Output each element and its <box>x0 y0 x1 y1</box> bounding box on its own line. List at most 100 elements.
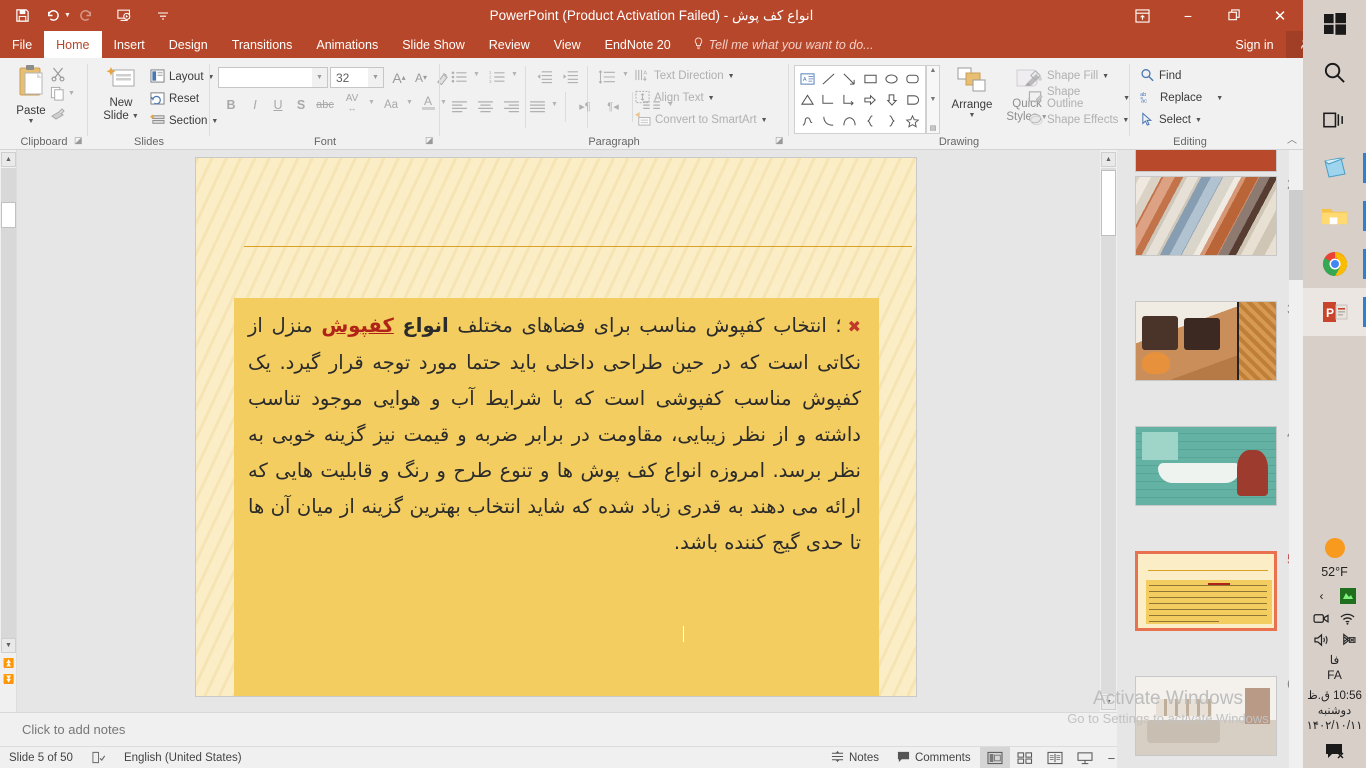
replace-button[interactable]: abac Replace ▼ <box>1140 87 1223 109</box>
clock-area[interactable]: 10:56 ق.ظ دوشنبه ۱۴۰۲/۱۰/۱۱ <box>1303 683 1366 736</box>
slide-text-placeholder[interactable]: ✖؛ انتخاب کفپوش مناسب برای فضاهای مختلف … <box>234 298 879 697</box>
shape-elbow-connector-icon[interactable] <box>818 89 839 110</box>
copy-dropdown-caret[interactable]: ▼ <box>68 90 75 97</box>
shape-rounded-rectangle-icon[interactable] <box>902 68 923 89</box>
text-direction-caret[interactable]: ▼ <box>728 73 735 80</box>
change-case-caret[interactable]: ▼ <box>406 99 413 106</box>
align-right-icon[interactable] <box>499 96 523 117</box>
slide-sorter-icon[interactable] <box>1010 747 1040 768</box>
language-fa-label[interactable]: فا <box>1303 653 1366 668</box>
slide-scrollbar-track[interactable] <box>1101 168 1116 694</box>
strikethrough-button[interactable]: abc <box>312 94 338 115</box>
shape-fill-caret[interactable]: ▼ <box>1102 73 1109 80</box>
copy-icon[interactable]: ▼ <box>50 86 75 101</box>
file-explorer-icon[interactable] <box>1303 192 1366 240</box>
increase-font-size-button[interactable]: A▴ <box>388 67 410 88</box>
reading-view-icon[interactable] <box>1040 747 1070 768</box>
shape-elbow-arrow-icon[interactable] <box>839 89 860 110</box>
slide-thumbnail-2[interactable] <box>1135 176 1277 256</box>
shape-star-icon[interactable] <box>902 110 923 131</box>
layout-button[interactable]: Layout ▼ <box>150 66 214 88</box>
slide-vertical-scrollbar[interactable]: ▲ ▼ <box>1100 150 1117 712</box>
text-shadow-button[interactable]: S <box>290 94 312 115</box>
outline-scroll-down-icon[interactable]: ▼ <box>1 638 16 653</box>
sticky-notes-icon[interactable] <box>1303 144 1366 192</box>
windows-start-icon[interactable] <box>1303 0 1366 48</box>
bold-button[interactable]: B <box>220 94 242 115</box>
clipboard-dialog-launcher[interactable]: ◪ <box>74 135 83 146</box>
text-direction-button[interactable]: A Text Direction ▼ <box>635 65 735 87</box>
italic-button[interactable]: I <box>244 94 266 115</box>
slide-thumbnail-5-row[interactable]: 5 <box>1135 551 1277 631</box>
task-view-icon[interactable] <box>1303 96 1366 144</box>
shape-flowchart-icon[interactable] <box>902 89 923 110</box>
left-to-right-icon[interactable]: ▸¶ <box>572 96 598 117</box>
tab-transitions[interactable]: Transitions <box>220 31 305 58</box>
shape-triangle-icon[interactable] <box>797 89 818 110</box>
tab-review[interactable]: Review <box>477 31 542 58</box>
comments-button[interactable]: Comments <box>888 747 980 768</box>
search-icon[interactable] <box>1303 48 1366 96</box>
font-name-input[interactable]: ▼ <box>218 67 328 88</box>
line-spacing-icon[interactable] <box>594 66 620 87</box>
notes-button[interactable]: Notes <box>822 747 888 768</box>
slide-scroll-down-icon[interactable]: ▼ <box>1101 695 1116 710</box>
slide-thumbnail-6[interactable] <box>1135 676 1277 756</box>
shapes-gallery-scroll[interactable]: ▲ ▼ ▤ <box>926 65 940 134</box>
thumbnail-panel-scrollbar[interactable] <box>1289 150 1303 768</box>
slide-thumbnail-4[interactable] <box>1135 426 1277 506</box>
font-size-dropdown-caret[interactable]: ▼ <box>368 68 383 87</box>
reset-button[interactable]: Reset <box>150 88 199 110</box>
font-dialog-launcher[interactable]: ◪ <box>425 135 434 146</box>
shape-fill-button[interactable]: Shape Fill ▼ <box>1028 65 1109 87</box>
character-spacing-button[interactable]: AV ↔ <box>338 92 366 113</box>
customize-quick-access-toolbar-icon[interactable] <box>149 3 177 29</box>
minimize-button[interactable]: − <box>1165 0 1211 31</box>
shape-left-brace-icon[interactable] <box>860 110 881 131</box>
tab-home[interactable]: Home <box>44 31 101 58</box>
restore-button[interactable] <box>1211 0 1257 31</box>
outline-scroll-up-icon[interactable]: ▲ <box>1 152 16 167</box>
notes-pane[interactable]: Click to add notes <box>0 712 1303 746</box>
shapes-scroll-down-icon[interactable]: ▼ <box>930 96 937 103</box>
show-hidden-icons-chevron[interactable]: ‹ <box>1311 587 1333 605</box>
slide-scrollbar-thumb[interactable] <box>1101 170 1116 236</box>
shape-scribble-icon[interactable] <box>797 110 818 131</box>
paste-dropdown-caret[interactable]: ▼ <box>28 118 35 125</box>
shape-right-arrow-icon[interactable] <box>860 89 881 110</box>
shape-rectangle-icon[interactable] <box>860 68 881 89</box>
align-left-icon[interactable] <box>447 96 471 117</box>
font-color-button[interactable]: A <box>418 92 438 113</box>
start-from-beginning-icon[interactable] <box>111 3 139 29</box>
shape-textbox-icon[interactable]: A <box>797 68 818 89</box>
network-wifi-icon[interactable] <box>1337 609 1359 627</box>
font-name-dropdown-caret[interactable]: ▼ <box>312 68 327 87</box>
new-slide-button[interactable]: New Slide ▼ <box>96 66 146 123</box>
outline-scrollbar-track[interactable] <box>1 168 16 638</box>
character-spacing-caret[interactable]: ▼ <box>368 99 375 106</box>
tab-design[interactable]: Design <box>157 31 220 58</box>
undo-icon[interactable] <box>38 3 66 29</box>
paste-button[interactable]: Paste ▼ <box>8 64 54 125</box>
increase-indent-icon[interactable] <box>558 66 582 87</box>
shape-arc-icon[interactable] <box>839 110 860 131</box>
select-caret[interactable]: ▼ <box>1195 117 1202 124</box>
justify-icon[interactable] <box>525 96 549 117</box>
shape-down-arrow-icon[interactable] <box>881 89 902 110</box>
paragraph-dialog-launcher[interactable]: ◪ <box>775 135 784 146</box>
cut-icon[interactable] <box>50 66 66 82</box>
volume-icon[interactable] <box>1311 631 1333 649</box>
numbering-caret[interactable]: ▼ <box>511 71 518 78</box>
convert-to-smartart-caret[interactable]: ▼ <box>761 117 768 124</box>
shapes-more-icon[interactable]: ▤ <box>930 124 937 132</box>
shape-oval-icon[interactable] <box>881 68 902 89</box>
close-button[interactable]: ✕ <box>1257 0 1303 31</box>
slide-thumbnail-3-row[interactable]: 3 <box>1135 301 1277 381</box>
previous-slide-icon[interactable]: ⏫ <box>3 658 14 669</box>
change-case-button[interactable]: Aa <box>378 94 404 115</box>
current-slide[interactable]: ✖؛ انتخاب کفپوش مناسب برای فضاهای مختلف … <box>195 157 917 697</box>
arrange-caret[interactable]: ▼ <box>969 112 976 119</box>
align-text-caret[interactable]: ▼ <box>708 95 715 102</box>
decrease-indent-icon[interactable] <box>532 66 556 87</box>
google-chrome-icon[interactable] <box>1303 240 1366 288</box>
